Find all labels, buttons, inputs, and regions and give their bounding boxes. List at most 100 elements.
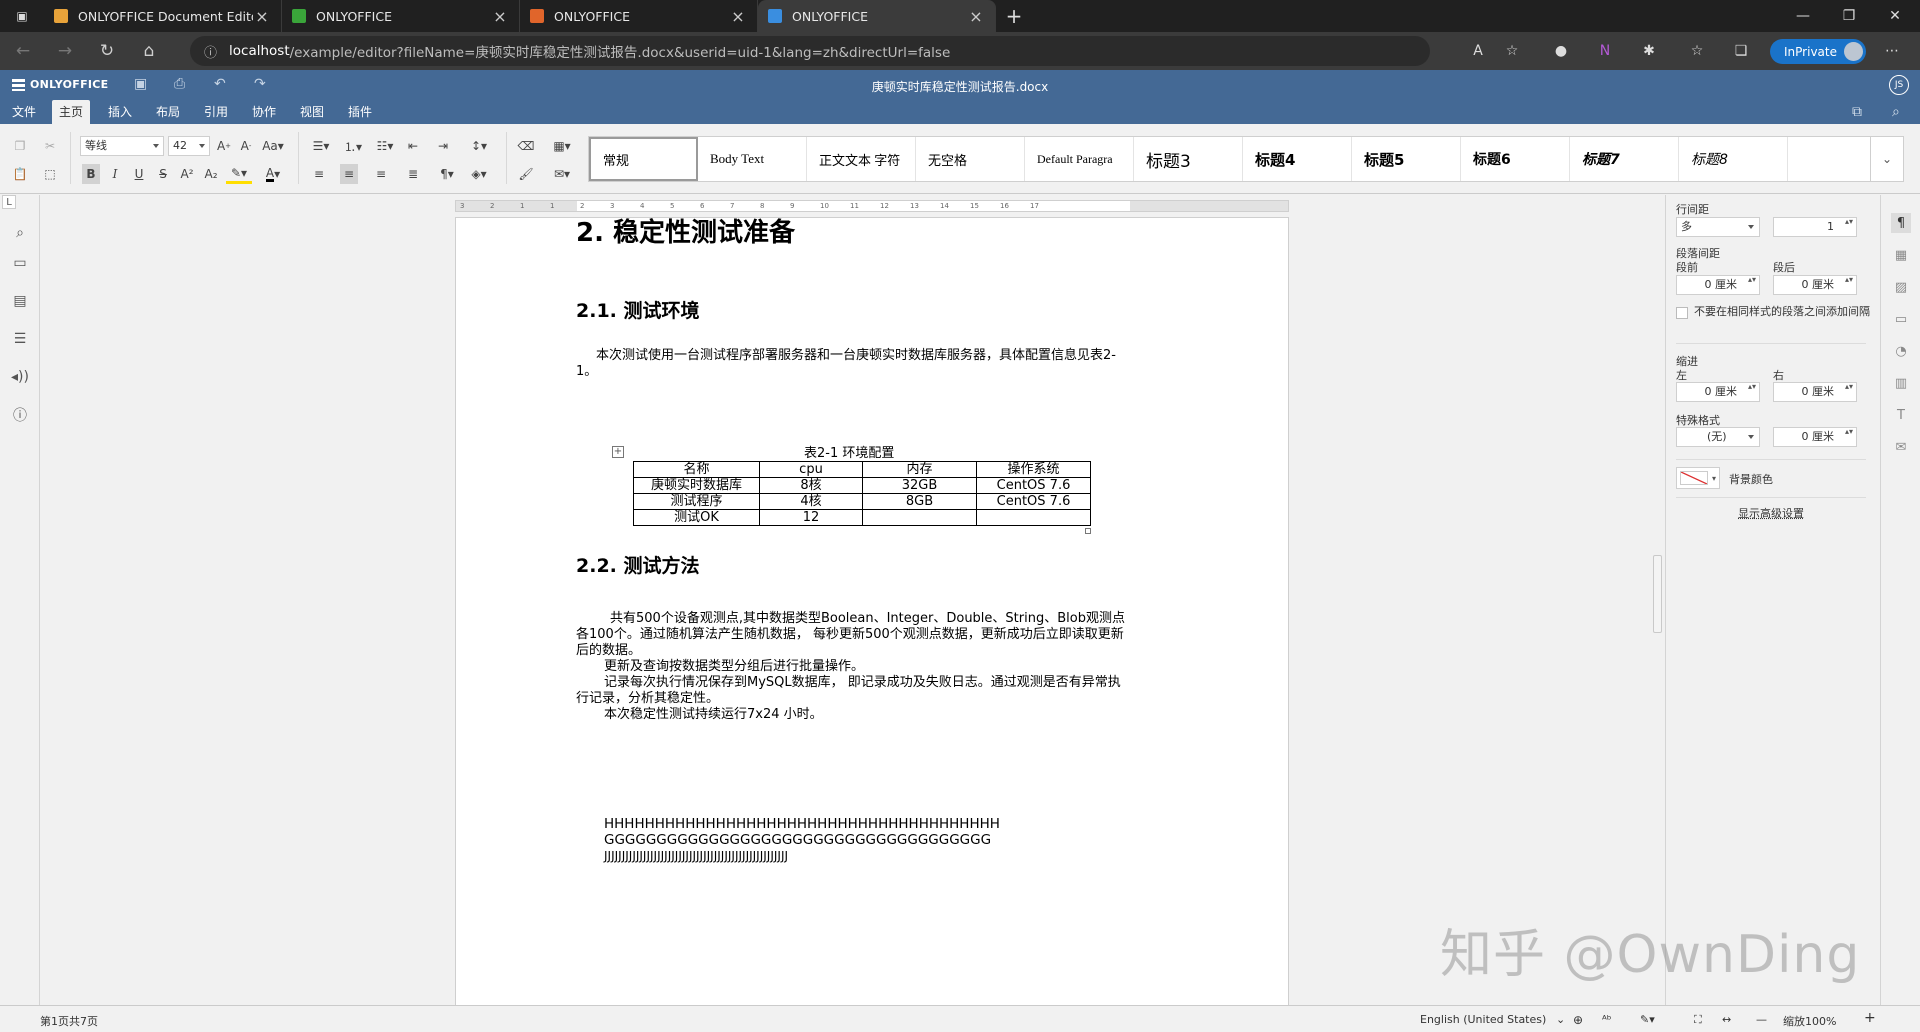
text-art-settings-icon[interactable]: T xyxy=(1891,405,1911,425)
collections-icon[interactable]: ❏ xyxy=(1729,40,1753,62)
bullet-list-icon[interactable]: ☰▾ xyxy=(308,136,334,156)
style-body-text-char[interactable]: 正文文本 字符 xyxy=(807,137,916,181)
line-spacing-mode-select[interactable]: 多 xyxy=(1676,217,1760,237)
close-tab-icon[interactable]: × xyxy=(491,7,509,26)
style-heading8[interactable]: 标题8 xyxy=(1679,137,1788,181)
special-format-amount-field[interactable]: 0 厘米 xyxy=(1773,427,1857,447)
home-icon[interactable]: ⌂ xyxy=(130,36,168,66)
align-right-icon[interactable]: ≡ xyxy=(372,164,390,184)
environment-table[interactable]: 名称 cpu 内存 操作系统 庚顿实时数据库 8核 32GB CentOS 7.… xyxy=(633,461,1091,526)
page-info[interactable]: 第1页共7页 xyxy=(40,1013,98,1029)
spacing-before-field[interactable]: 0 厘米 xyxy=(1676,275,1760,295)
copy-style-icon[interactable]: 🖌 xyxy=(516,164,536,184)
extension-circle-icon[interactable]: ● xyxy=(1549,40,1573,62)
onenote-icon[interactable]: N xyxy=(1593,40,1617,62)
favorite-add-icon[interactable]: ☆ xyxy=(1500,40,1524,62)
chat-icon[interactable]: ▤ xyxy=(10,291,30,311)
align-center-icon[interactable]: ≡ xyxy=(340,164,358,184)
tab-file[interactable]: 文件 xyxy=(6,100,42,124)
expand-styles-icon[interactable]: ⌄ xyxy=(1870,136,1904,182)
style-heading4[interactable]: 标题4 xyxy=(1243,137,1352,181)
header-footer-settings-icon[interactable]: ▭ xyxy=(1891,309,1911,329)
more-icon[interactable]: ⋯ xyxy=(1880,40,1904,62)
chart-settings-icon[interactable]: ▥ xyxy=(1891,373,1911,393)
close-tab-icon[interactable]: × xyxy=(967,7,985,26)
tab-insert[interactable]: 插入 xyxy=(102,100,138,124)
feedback-icon[interactable]: ◂)) xyxy=(10,367,30,387)
style-heading5[interactable]: 标题5 xyxy=(1352,137,1461,181)
style-body-text[interactable]: Body Text xyxy=(698,137,807,181)
forward-icon[interactable]: → xyxy=(46,36,84,66)
table-resize-handle[interactable] xyxy=(1085,528,1091,534)
superscript-icon[interactable]: A² xyxy=(178,164,196,184)
justify-icon[interactable]: ≣ xyxy=(404,164,422,184)
tab-collaboration[interactable]: 协作 xyxy=(246,100,282,124)
mail-merge-icon[interactable]: ✉▾ xyxy=(548,164,576,184)
browser-tab-2[interactable]: ONLYOFFICE × xyxy=(282,0,520,32)
image-settings-icon[interactable]: ▨ xyxy=(1891,277,1911,297)
indent-right-field[interactable]: 0 厘米 xyxy=(1773,382,1857,402)
browser-tab-3[interactable]: ONLYOFFICE × xyxy=(520,0,758,32)
fit-width-icon[interactable]: ↔ xyxy=(1722,1013,1731,1026)
about-icon[interactable]: ⓘ xyxy=(10,405,30,425)
site-info-icon[interactable]: ⓘ xyxy=(204,42,217,61)
table-move-handle-icon[interactable]: + xyxy=(612,446,624,458)
close-tab-icon[interactable]: × xyxy=(253,7,271,26)
favorites-icon[interactable]: ☆ xyxy=(1685,40,1709,62)
comments-icon[interactable]: ▭ xyxy=(10,253,30,273)
track-changes-icon[interactable]: ✎▾ xyxy=(1640,1013,1655,1026)
user-avatar[interactable]: JS xyxy=(1889,75,1909,95)
change-case-icon[interactable]: Aa▾ xyxy=(260,136,286,156)
bold-icon[interactable]: B xyxy=(82,164,100,184)
zoom-out-icon[interactable]: — xyxy=(1756,1013,1767,1026)
tab-view[interactable]: 视图 xyxy=(294,100,330,124)
close-window-icon[interactable]: ✕ xyxy=(1872,0,1918,32)
tab-plugins[interactable]: 插件 xyxy=(342,100,378,124)
language-chevron-icon[interactable]: ⌄ xyxy=(1556,1013,1565,1026)
doc-language-icon[interactable]: ⊕ xyxy=(1573,1013,1583,1027)
line-spacing-icon[interactable]: ↕▾ xyxy=(466,136,492,156)
fit-page-icon[interactable]: ⛶ xyxy=(1694,1013,1702,1027)
background-color-picker[interactable]: ▾ xyxy=(1676,467,1720,489)
color-scheme-icon[interactable]: ▦▾ xyxy=(548,136,576,156)
cut-icon[interactable]: ✂ xyxy=(40,136,60,156)
increase-font-icon[interactable]: A + xyxy=(216,136,232,156)
strikethrough-icon[interactable]: S xyxy=(154,164,172,184)
table-settings-icon[interactable]: ▦ xyxy=(1891,245,1911,265)
multilevel-list-icon[interactable]: ☷▾ xyxy=(372,136,398,156)
special-format-select[interactable]: (无) xyxy=(1676,427,1760,447)
mail-merge-settings-icon[interactable]: ✉ xyxy=(1891,437,1911,457)
subscript-icon[interactable]: A₂ xyxy=(202,164,220,184)
close-tab-icon[interactable]: × xyxy=(729,7,747,26)
nonprinting-chars-icon[interactable]: ¶▾ xyxy=(434,164,460,184)
tab-references[interactable]: 引用 xyxy=(198,100,234,124)
tab-stop-icon[interactable]: L xyxy=(2,195,16,209)
style-heading6[interactable]: 标题6 xyxy=(1461,137,1570,181)
copy-icon[interactable]: ❐ xyxy=(10,136,30,156)
select-all-icon[interactable]: ⬚ xyxy=(40,164,60,184)
scrollbar-thumb[interactable] xyxy=(1653,555,1662,633)
inprivate-badge[interactable]: InPrivate xyxy=(1770,39,1866,64)
decrease-font-icon[interactable]: A- xyxy=(238,136,254,156)
highlight-icon[interactable]: ✎▾ xyxy=(226,164,252,184)
language-select[interactable]: English (United States) xyxy=(1420,1013,1546,1026)
numbered-list-icon[interactable]: ⒈▾ xyxy=(340,136,366,156)
font-name-select[interactable]: 等线 xyxy=(80,136,164,156)
style-heading7[interactable]: 标题7 xyxy=(1570,137,1679,181)
document-page[interactable]: 2. 稳定性测试准备 2.1. 测试环境 本次测试使用一台测试程序部署服务器和一… xyxy=(455,217,1289,1005)
style-default-paragraph[interactable]: Default Paragra xyxy=(1025,137,1134,181)
style-no-spacing[interactable]: 无空格 xyxy=(916,137,1025,181)
show-advanced-settings-link[interactable]: 显示高级设置 xyxy=(1666,505,1876,521)
no-space-checkbox[interactable] xyxy=(1676,307,1688,319)
zoom-in-icon[interactable]: + xyxy=(1864,1010,1876,1026)
read-aloud-icon[interactable]: A xyxy=(1466,40,1490,62)
new-tab-button[interactable]: + xyxy=(996,0,1032,32)
italic-icon[interactable]: I xyxy=(106,164,124,184)
clear-style-icon[interactable]: ⌫ xyxy=(516,136,536,156)
style-normal[interactable]: 常规 xyxy=(589,137,698,181)
tab-home[interactable]: 主页 xyxy=(52,100,90,124)
open-location-icon[interactable]: ⧉ xyxy=(1852,104,1862,120)
browser-tab-1[interactable]: ONLYOFFICE Document Editors × xyxy=(44,0,282,32)
paste-icon[interactable]: 📋 xyxy=(10,164,30,184)
align-left-icon[interactable]: ≡ xyxy=(310,164,328,184)
